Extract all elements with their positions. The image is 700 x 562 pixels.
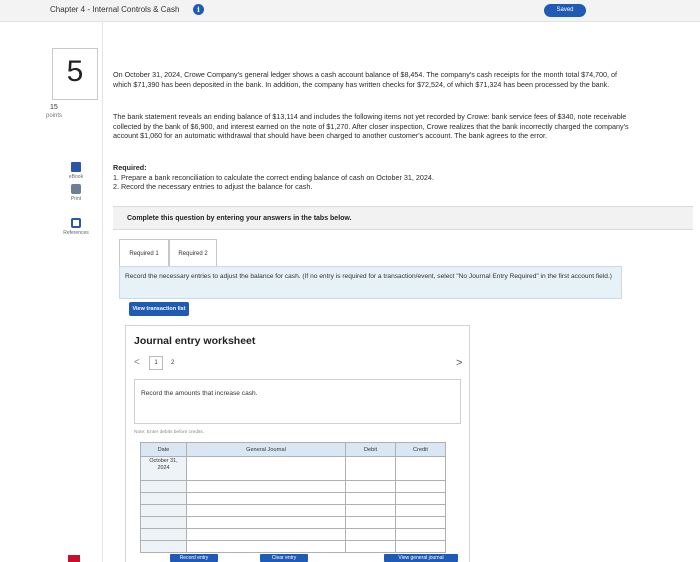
required-heading: Required: [113,163,147,172]
journal-entry-worksheet: Journal entry worksheet < 1 2 > Record t… [125,325,470,562]
print-icon [71,184,81,194]
worksheet-title: Journal entry worksheet [134,335,256,347]
table-row [140,492,446,505]
instruction-text: Complete this question by entering your … [127,215,352,222]
account-input[interactable] [186,492,346,505]
debit-input[interactable] [345,540,396,553]
required-item-2: 2. Record the necessary entries to adjus… [113,182,313,191]
worksheet-page-1[interactable]: 1 [149,356,163,370]
table-row [140,480,446,493]
references-icon [71,218,81,228]
debit-input[interactable] [345,480,396,493]
record-instruction-box: Record the amounts that increase cash. [134,379,461,424]
credit-input[interactable] [395,540,446,553]
credit-input[interactable] [395,528,446,541]
tab-required-2[interactable]: Required 2 [169,239,217,267]
credit-input[interactable] [395,504,446,517]
points-value: 15 [50,104,58,111]
record-instruction-text: Record the amounts that increase cash. [141,390,258,397]
print-label: Print [70,196,82,202]
date-cell: October 31, 2024 [140,456,187,481]
debit-input[interactable] [345,504,396,517]
table-row [140,540,446,553]
points-label: points [46,113,63,119]
debits-note: Note: Enter debits before credits. [134,430,205,435]
view-general-journal-button[interactable]: View general journal [384,554,458,562]
column-header-general-journal: General Journal [186,442,346,457]
references-label: References [63,230,89,236]
debit-input[interactable] [345,516,396,529]
table-row [140,504,446,517]
required-item-1: 1. Prepare a bank reconciliation to calc… [113,172,434,182]
date-cell [140,504,187,517]
references-button[interactable]: References [58,218,94,236]
date-line-1: October 31, [149,458,178,464]
table-header-row: Date General Journal Debit Credit [140,442,446,457]
print-button[interactable]: Print [58,184,94,202]
saved-button[interactable]: Saved [544,4,586,17]
chapter-title: Chapter 4 - Internal Controls & Cash [50,5,180,14]
question-number: 5 [66,55,84,88]
worksheet-page-2[interactable]: 2 [171,356,174,370]
column-header-date: Date [140,442,187,457]
date-cell [140,528,187,541]
ebook-label: eBook [68,174,84,180]
question-sidebar: 5 15 points eBook Print References [0,22,103,562]
credit-input[interactable] [395,456,446,481]
debit-input[interactable] [345,492,396,505]
date-cell [140,540,187,553]
problem-paragraph-2: The bank statement reveals an ending bal… [113,112,629,140]
info-icon[interactable]: i [193,4,204,15]
column-header-debit: Debit [345,442,396,457]
credit-input[interactable] [395,492,446,505]
account-input[interactable] [186,516,346,529]
date-line-2: 2024 [157,465,170,471]
required-section: Required: 1. Prepare a bank reconciliati… [113,163,635,192]
tab-required-1[interactable]: Required 1 [119,239,169,267]
required-instruction-panel: Record the necessary entries to adjust t… [119,266,622,299]
mcgraw-hill-logo [68,555,80,562]
column-header-credit: Credit [395,442,446,457]
question-number-box: 5 [52,48,98,100]
date-cell [140,516,187,529]
chevron-left-icon[interactable]: < [134,356,140,370]
journal-entry-table: Date General Journal Debit Credit Octobe… [140,442,446,553]
account-input[interactable] [186,480,346,493]
book-icon [71,162,81,172]
required-instruction-text: Record the necessary entries to adjust t… [125,273,613,280]
credit-input[interactable] [395,480,446,493]
record-entry-button[interactable]: Record entry [170,554,218,562]
chevron-right-icon[interactable]: > [456,357,462,369]
date-cell [140,480,187,493]
table-row: October 31, 2024 [140,456,446,481]
table-row [140,528,446,541]
account-input[interactable] [186,540,346,553]
top-bar: Chapter 4 - Internal Controls & Cash i S… [0,0,700,22]
ebook-button[interactable]: eBook [58,162,94,180]
problem-paragraph-1: On October 31, 2024, Crowe Company's gen… [113,70,618,89]
credit-input[interactable] [395,516,446,529]
instruction-bar: Complete this question by entering your … [113,206,693,230]
account-input[interactable] [186,504,346,517]
debit-input[interactable] [345,528,396,541]
account-input[interactable] [186,528,346,541]
question-content: On October 31, 2024, Crowe Company's gen… [113,22,693,562]
clear-entry-button[interactable]: Clear entry [260,554,308,562]
date-cell [140,492,187,505]
view-transaction-list-button[interactable]: View transaction list [129,302,189,316]
account-input[interactable] [186,456,346,481]
debit-input[interactable] [345,456,396,481]
table-row [140,516,446,529]
